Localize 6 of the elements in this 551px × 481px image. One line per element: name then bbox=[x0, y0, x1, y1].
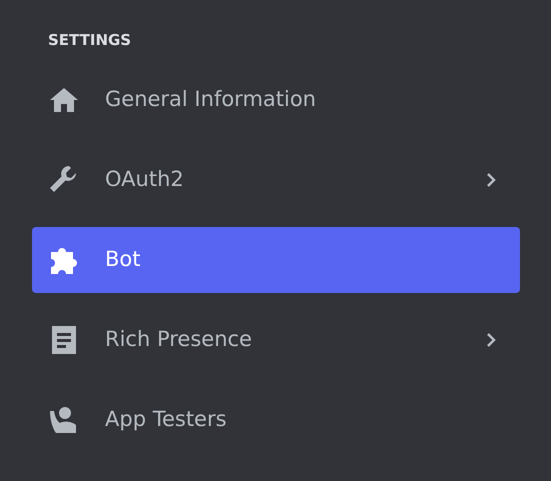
sidebar-item[interactable]: General Information bbox=[32, 67, 520, 133]
sidebar-item[interactable]: App Testers bbox=[32, 387, 520, 453]
sidebar-item[interactable]: OAuth2 bbox=[32, 147, 520, 213]
section-title: SETTINGS bbox=[47, 30, 132, 51]
sidebar-item[interactable]: Rich Presence bbox=[32, 307, 520, 373]
sidebar-item[interactable]: Bot bbox=[32, 227, 520, 293]
